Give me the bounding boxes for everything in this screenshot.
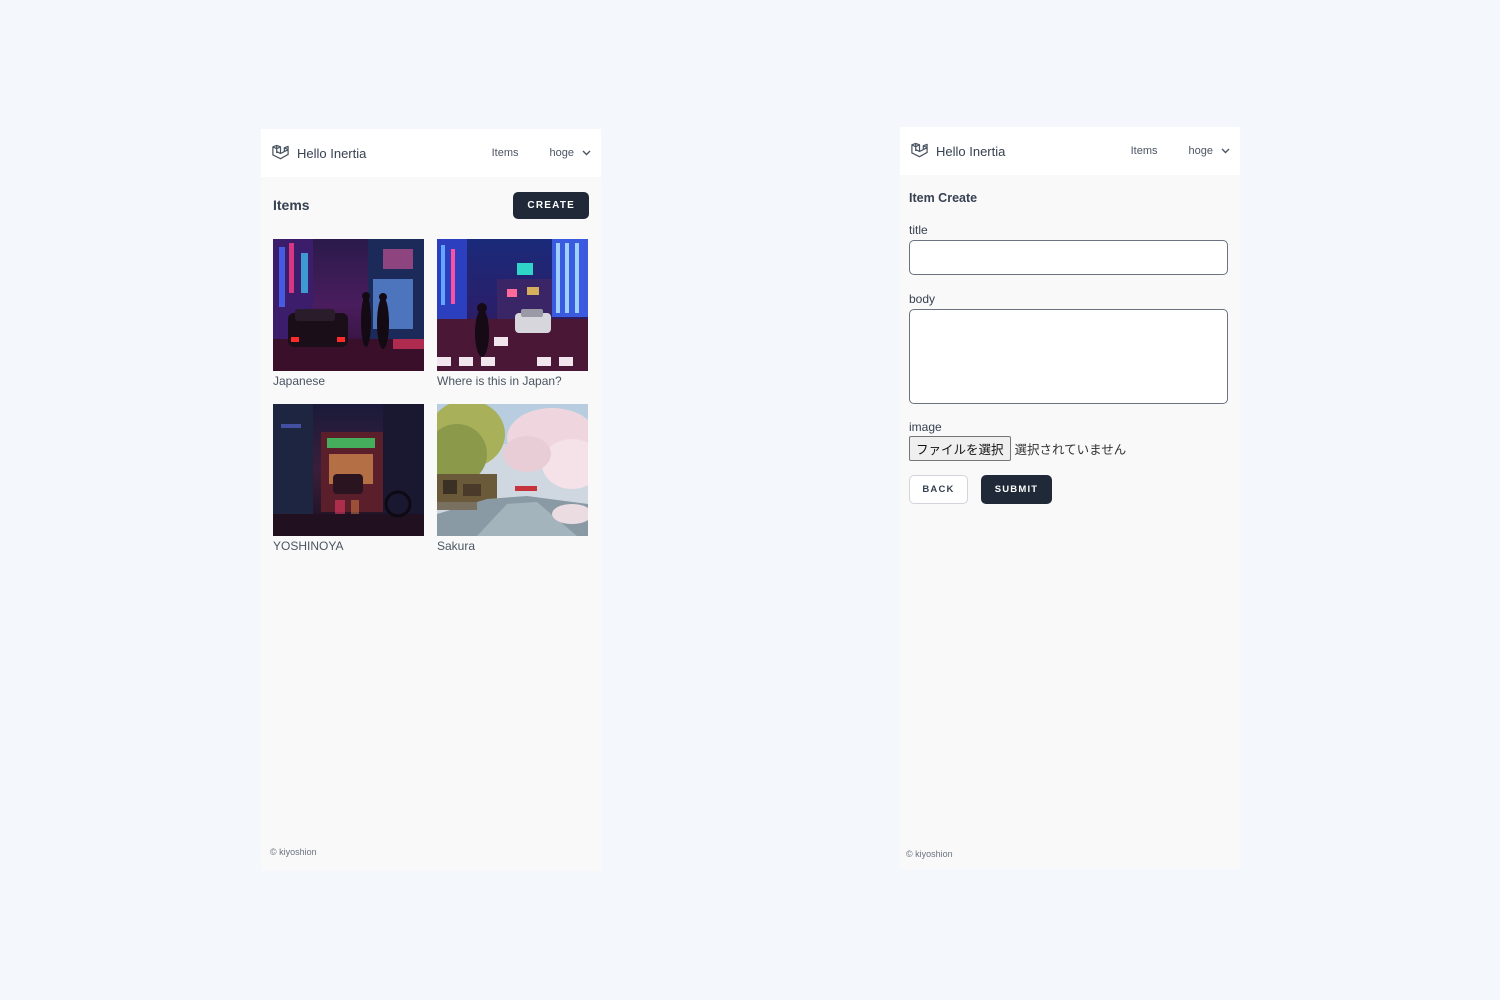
title-input[interactable]: [909, 240, 1228, 275]
chevron-down-icon: [1221, 148, 1230, 154]
image-label: image: [909, 420, 942, 434]
title-label: title: [909, 223, 928, 237]
item-card[interactable]: Japanese: [273, 239, 424, 388]
item-image: [437, 404, 588, 536]
item-card[interactable]: YOSHINOYA: [273, 404, 424, 553]
nav-link-items[interactable]: Items: [492, 147, 519, 159]
navbar: Hello Inertia Items hoge: [900, 127, 1240, 175]
item-create-form: Item Create title body image ファイルを選択 選択さ…: [900, 191, 1240, 504]
item-image: [437, 239, 588, 371]
item-image: [273, 404, 424, 536]
item-label: Sakura: [437, 539, 476, 553]
image-file-input: ファイルを選択 選択されていません: [909, 436, 1231, 461]
file-status-text: 選択されていません: [1014, 442, 1127, 457]
item-card[interactable]: Sakura: [437, 404, 588, 553]
item-label: Where is this in Japan?: [437, 374, 562, 388]
brand-name[interactable]: Hello Inertia: [936, 144, 1005, 159]
choose-file-button[interactable]: ファイルを選択: [909, 436, 1011, 461]
user-name: hoge: [1188, 145, 1213, 157]
laravel-logo-icon[interactable]: [271, 143, 291, 163]
item-create-screen: Hello Inertia Items hoge Item Create tit…: [900, 127, 1240, 869]
page-title: Item Create: [909, 191, 978, 205]
user-menu[interactable]: hoge: [1189, 145, 1230, 157]
page-title: Items: [273, 197, 310, 213]
footer-copyright: © kiyoshion: [906, 849, 953, 859]
nav-link-items[interactable]: Items: [1131, 145, 1158, 157]
user-name: hoge: [549, 147, 574, 159]
submit-button[interactable]: SUBMIT: [981, 475, 1052, 504]
brand-name[interactable]: Hello Inertia: [297, 146, 366, 161]
body-textarea[interactable]: [909, 309, 1228, 404]
create-button[interactable]: CREATE: [513, 191, 589, 219]
laravel-logo-icon[interactable]: [910, 141, 930, 161]
body-label: body: [909, 292, 936, 306]
back-button[interactable]: BACK: [909, 475, 968, 504]
form-actions: BACK SUBMIT: [909, 475, 1231, 504]
footer-copyright: © kiyoshion: [270, 847, 317, 857]
item-label: YOSHINOYA: [273, 539, 344, 553]
chevron-down-icon: [582, 150, 591, 156]
items-list-screen: Hello Inertia Items hoge Items CREATE Ja…: [261, 129, 601, 871]
list-header: Items CREATE: [261, 191, 601, 219]
item-card[interactable]: Where is this in Japan?: [437, 239, 588, 388]
navbar: Hello Inertia Items hoge: [261, 129, 601, 177]
item-image: [273, 239, 424, 371]
items-grid: Japanese Where is this in Japan? YOSHINO…: [261, 239, 601, 553]
item-label: Japanese: [273, 374, 326, 388]
user-menu[interactable]: hoge: [550, 147, 591, 159]
